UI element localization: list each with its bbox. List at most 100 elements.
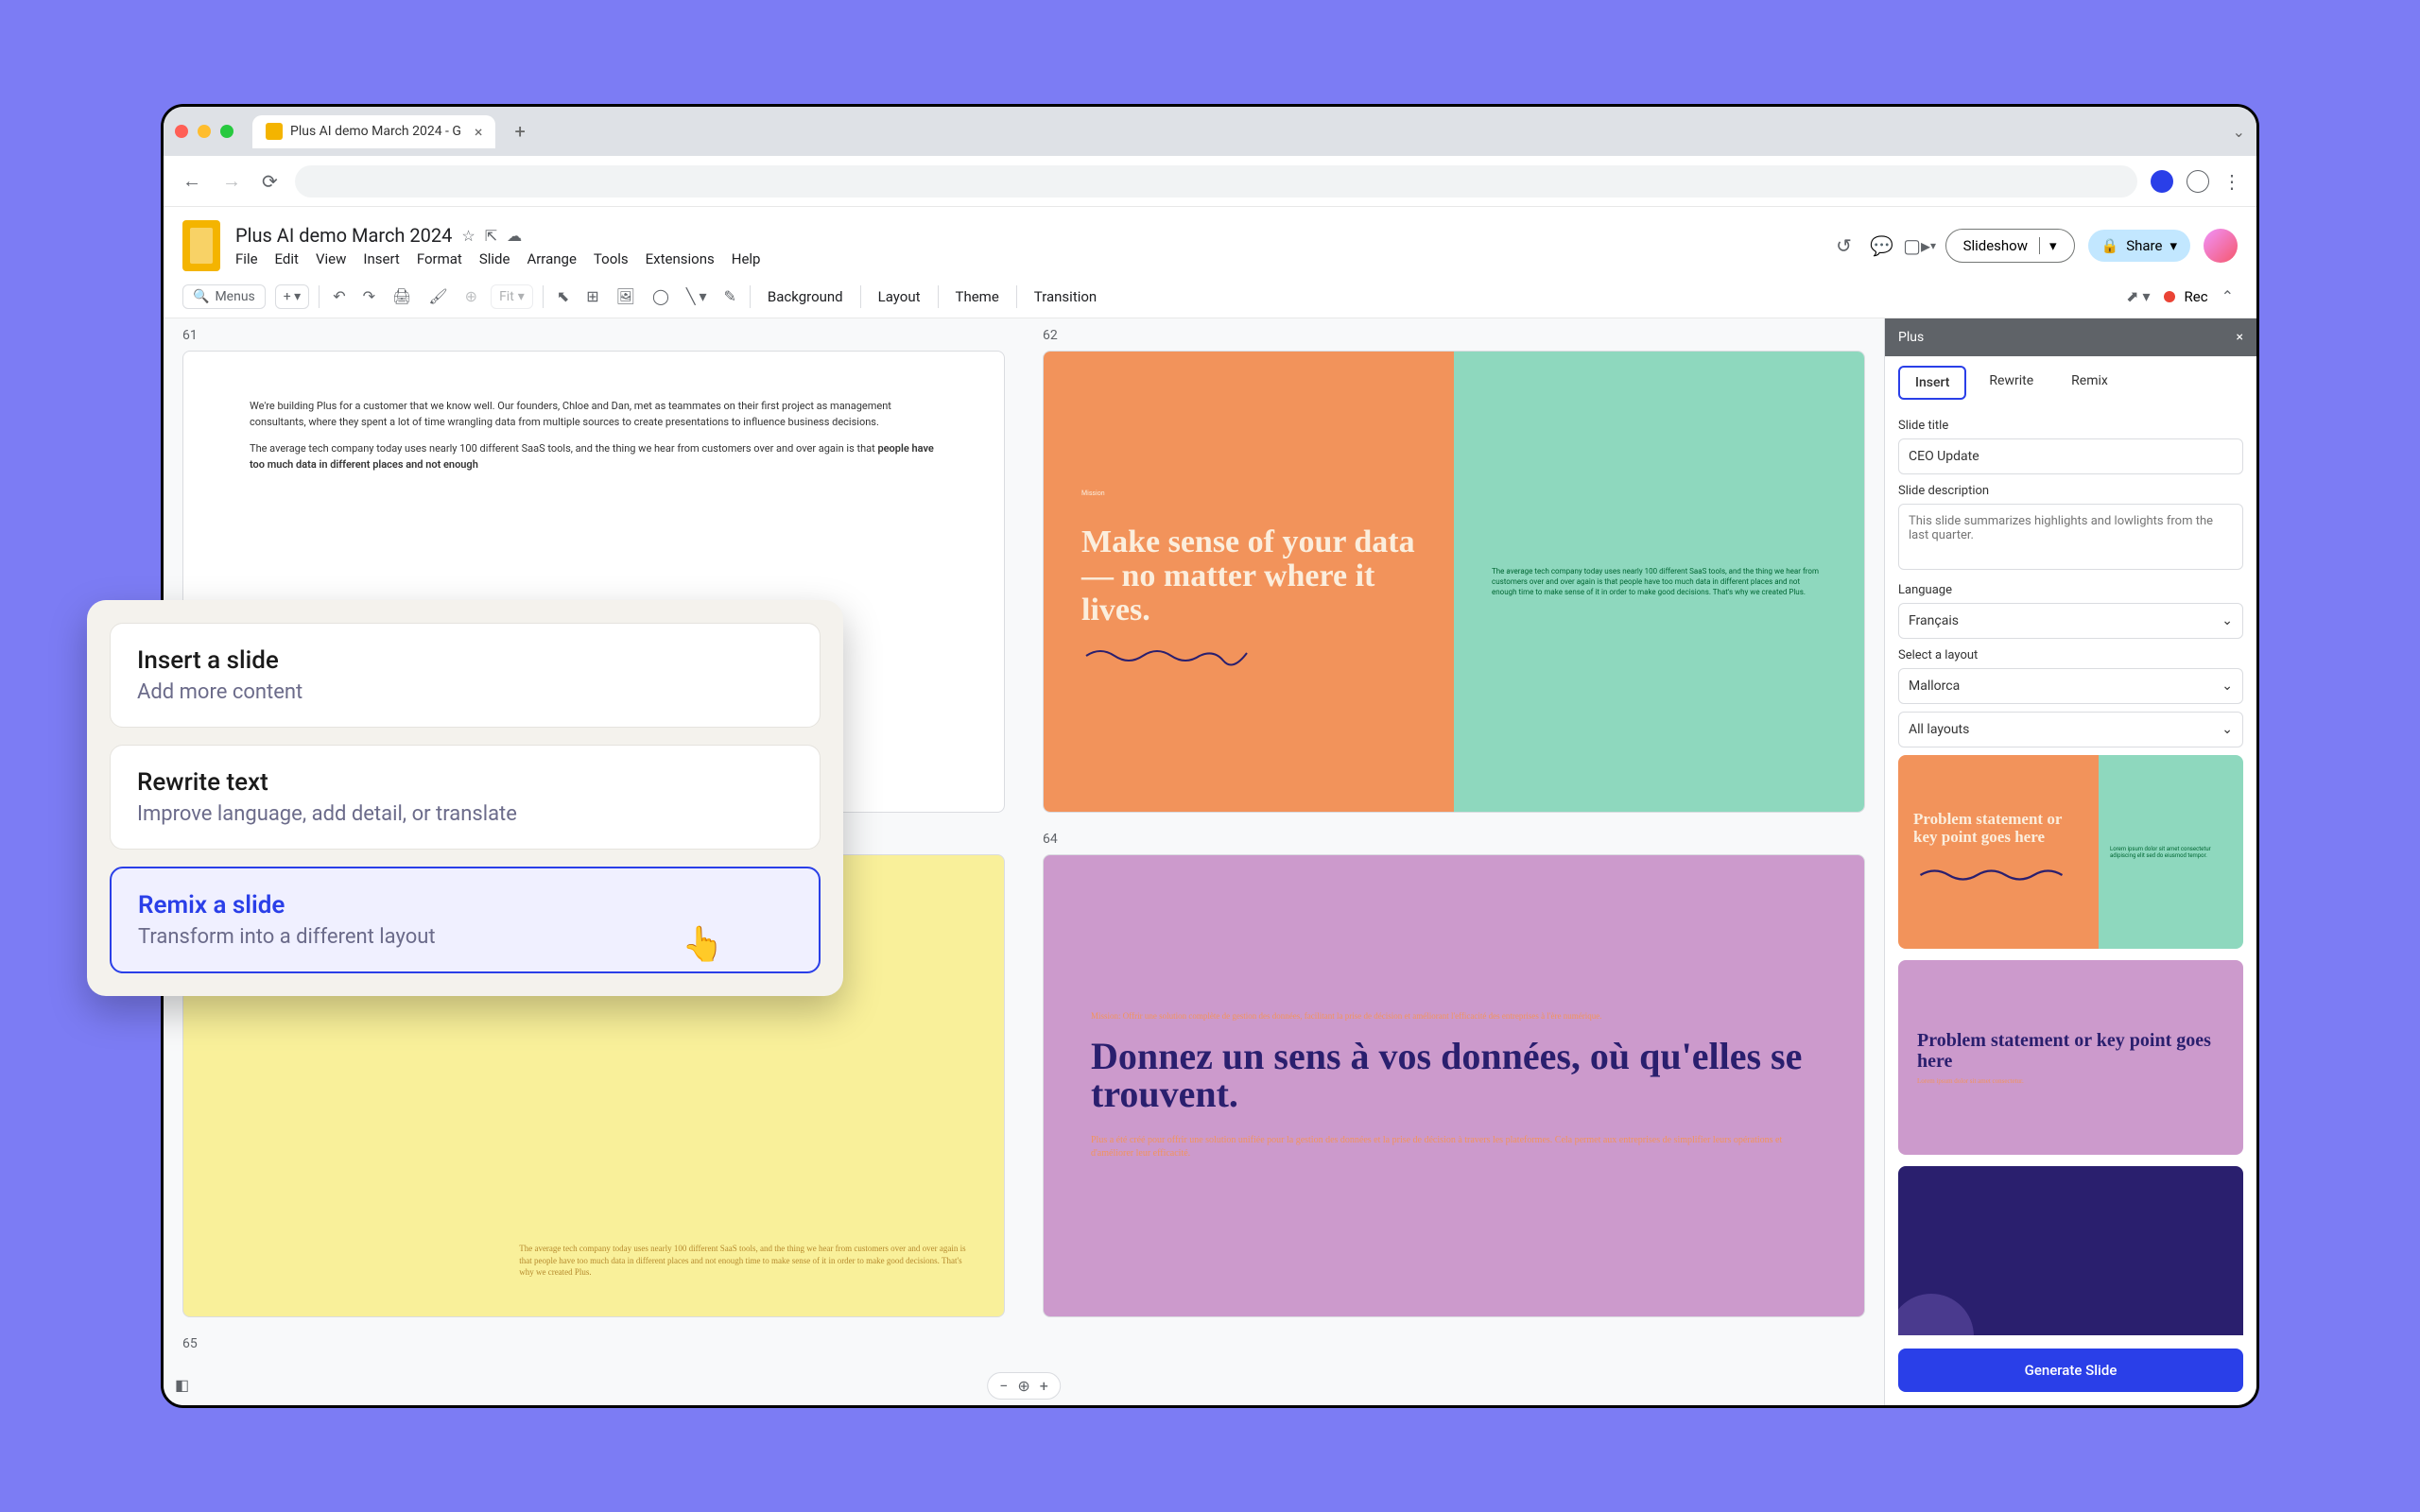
profile-icon[interactable] [2187,170,2209,193]
close-tab-icon[interactable]: × [475,123,483,141]
image-icon[interactable]: 🖼 [613,284,639,309]
line-icon[interactable]: ╲ ▾ [683,284,711,309]
menu-view[interactable]: View [316,250,346,267]
back-icon[interactable]: ← [179,165,205,197]
move-icon[interactable]: ⇱ [485,227,497,245]
slide-62[interactable]: Mission Make sense of your data — no mat… [1043,351,1865,813]
menu-slide[interactable]: Slide [479,250,510,267]
tab-insert[interactable]: Insert [1898,366,1966,400]
forward-icon[interactable]: → [218,165,245,197]
new-slide-button[interactable]: + ▾ [275,284,309,309]
generate-slide-button[interactable]: Generate Slide [1898,1349,2243,1392]
slide-title-input[interactable] [1898,438,2243,474]
textbox-icon[interactable]: ⊞ [582,284,602,309]
slide-body: The average tech company today uses near… [1492,566,1826,598]
slide-text: We're building Plus for a customer that … [250,399,938,430]
extension-icon[interactable] [2151,170,2173,193]
reload-icon[interactable]: ⟳ [258,166,282,197]
slide-number: 65 [182,1336,1005,1351]
share-button[interactable]: 🔒 Share ▾ [2088,230,2190,262]
layout-option-2[interactable]: Problem statement or key point goes here… [1898,960,2243,1154]
redo-icon[interactable]: ↷ [359,284,379,309]
popup-rewrite-option[interactable]: Rewrite text Improve language, add detai… [110,745,821,850]
doc-header: Plus AI demo March 2024 ☆ ⇱ ☁ File Edit … [164,207,2256,275]
slideshow-button[interactable]: Slideshow ▾ [1945,229,2075,263]
browser-menu-icon[interactable]: ⋮ [2222,170,2241,193]
collapse-toolbar-icon[interactable]: ⌃ [2218,284,2238,309]
zoom-out-icon[interactable]: − [999,1377,1008,1395]
explore-icon[interactable]: ◧ [175,1376,189,1394]
shape-icon[interactable]: ◯ [648,284,673,309]
sidebar-tabs: Insert Rewrite Remix [1885,356,2256,409]
slides-favicon-icon [266,123,283,140]
layout-headline: Problem statement or key point goes here [1917,1030,2224,1072]
language-select[interactable]: Français⌄ [1898,603,2243,639]
zoom-controls[interactable]: − ⊕ + [987,1372,1061,1400]
menu-extensions[interactable]: Extensions [646,250,715,267]
menu-arrange[interactable]: Arrange [527,250,576,267]
tab-remix[interactable]: Remix [2056,366,2123,400]
menu-file[interactable]: File [235,250,258,267]
menu-insert[interactable]: Insert [363,250,399,267]
search-menus-button[interactable]: 🔍 Menus [182,284,266,309]
zoom-icon[interactable]: ⊕ [461,284,481,309]
history-icon[interactable]: ↺ [1832,233,1857,258]
theme-button[interactable]: Theme [948,284,1007,309]
close-window-icon[interactable] [175,125,188,138]
tab-rewrite[interactable]: Rewrite [1974,366,2048,400]
browser-tab-bar: Plus AI demo March 2024 - G × + ⌄ [164,107,2256,156]
comments-icon[interactable]: 💬 [1870,233,1894,258]
all-layouts-select[interactable]: All layouts⌄ [1898,712,2243,747]
rec-label[interactable]: Rec [2185,288,2208,305]
cursor-icon: 👆 [682,924,724,964]
slide-desc-input[interactable] [1898,504,2243,570]
meet-icon[interactable]: ▢▸▾ [1908,233,1932,258]
zoom-reset-icon[interactable]: ⊕ [1017,1377,1029,1395]
paint-format-icon[interactable]: 🖌 [424,284,451,309]
popup-remix-option[interactable]: Remix a slide Transform into a different… [110,867,821,973]
menu-format[interactable]: Format [417,250,462,267]
slide-number: 62 [1043,328,1865,343]
layout-button[interactable]: Layout [871,284,928,309]
lock-icon: 🔒 [2101,237,2119,254]
slideshow-dropdown-icon[interactable]: ▾ [2039,237,2057,254]
star-icon[interactable]: ☆ [461,227,475,245]
maximize-window-icon[interactable] [220,125,233,138]
background-button[interactable]: Background [760,284,851,309]
slide-headline: Donnez un sens à vos données, où qu'elle… [1091,1038,1817,1113]
transition-button[interactable]: Transition [1027,284,1104,309]
layout-select[interactable]: Mallorca⌄ [1898,668,2243,704]
doc-title[interactable]: Plus AI demo March 2024 [235,224,452,247]
zoom-in-icon[interactable]: + [1040,1377,1048,1395]
share-dropdown-icon[interactable]: ▾ [2169,237,2177,254]
slides-logo-icon[interactable] [182,220,220,271]
layout-option-1[interactable]: Problem statement or key point goes here… [1898,755,2243,949]
print-icon[interactable]: 🖨 [389,284,415,309]
menu-tools[interactable]: Tools [594,250,629,267]
slide-label: Mission [1081,490,1416,497]
layout-option-3[interactable]: Problem [1898,1166,2243,1335]
user-avatar[interactable] [2204,229,2238,263]
popup-insert-option[interactable]: Insert a slide Add more content [110,623,821,728]
undo-icon[interactable]: ↶ [329,284,349,309]
url-input[interactable] [295,165,2137,198]
zoom-select[interactable]: Fit ▾ [491,284,533,309]
menu-bar: File Edit View Insert Format Slide Arran… [235,250,1817,267]
menu-edit[interactable]: Edit [275,250,299,267]
menu-help[interactable]: Help [732,250,761,267]
minimize-window-icon[interactable] [198,125,211,138]
pointer-icon[interactable]: ⬈ ▾ [2122,284,2153,309]
slide-64[interactable]: Mission: Offrir une solution complète de… [1043,854,1865,1316]
close-sidebar-icon[interactable]: × [2237,330,2243,345]
browser-tab[interactable]: Plus AI demo March 2024 - G × [252,115,495,148]
rec-indicator-icon [2164,291,2175,302]
layout-sub: Lorem ipsum dolor sit amet consectetur. [1917,1077,2224,1085]
popup-option-sub: Add more content [137,680,793,704]
new-tab-button[interactable]: + [507,116,532,146]
chevron-down-icon: ⌄ [2221,613,2233,628]
chevron-down-icon: ⌄ [2221,679,2233,694]
select-icon[interactable]: ⬉ [553,284,573,309]
slide-title-label: Slide title [1898,419,2243,433]
comment-add-icon[interactable]: ✎ [720,284,740,309]
tab-overflow-icon[interactable]: ⌄ [2233,123,2245,141]
